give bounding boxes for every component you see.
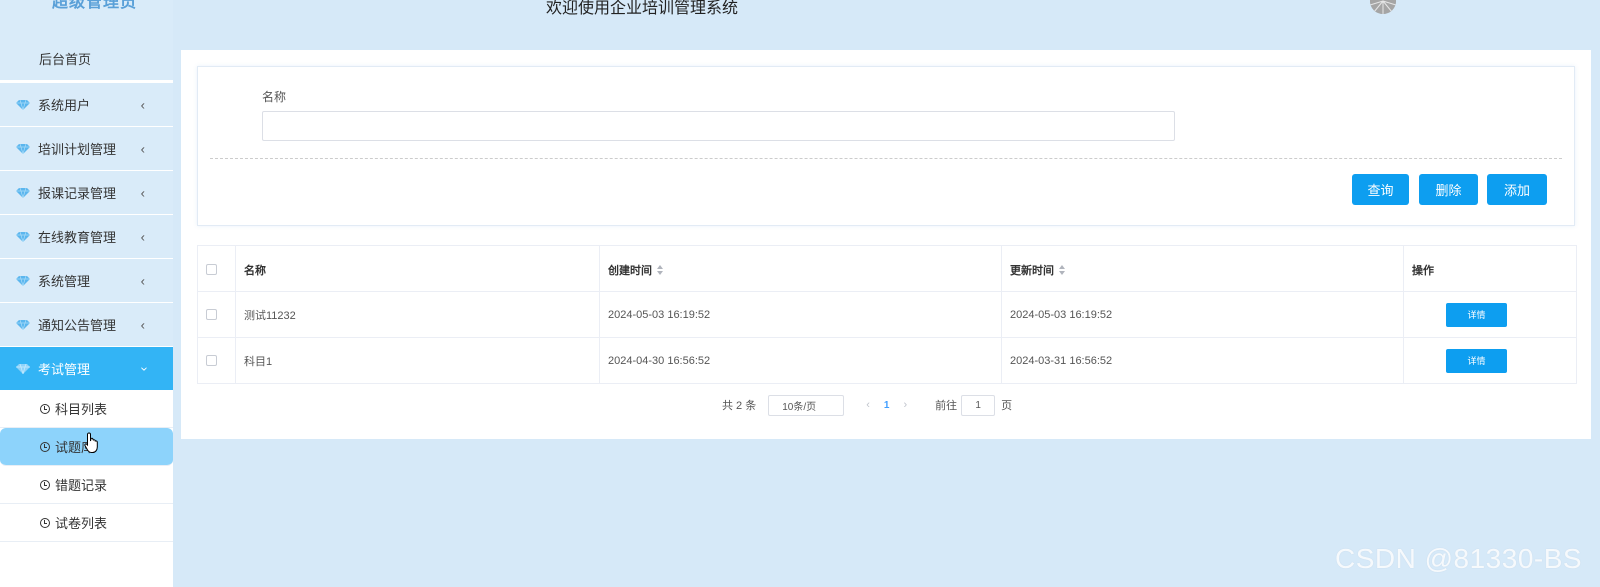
- watermark: CSDN @81330-BS: [1335, 543, 1583, 574]
- sidebar-subitem-wrong-questions[interactable]: 错题记录: [0, 466, 173, 504]
- sidebar-item-system-management[interactable]: 系统管理 ‹: [0, 258, 173, 302]
- sidebar-item-training-plan[interactable]: 培训计划管理 ‹: [0, 126, 173, 170]
- sort-icon[interactable]: [1059, 264, 1065, 275]
- divider: [210, 158, 1562, 159]
- goto-page-input[interactable]: 1: [961, 394, 996, 416]
- logo-text: 超级管理员: [52, 0, 138, 11]
- pagination: 共 2 条 10条/页 ‹ 1 › 前往 1 页: [722, 394, 1012, 416]
- clock-icon: [40, 479, 50, 490]
- data-table: 名称 创建时间 更新时间 操作 测试11232 2024-05-03 16:19…: [197, 245, 1577, 384]
- sidebar-item-label: 系统用户: [38, 98, 91, 113]
- clock-icon: [40, 441, 50, 452]
- cell-updated: 2024-05-03 16:19:52: [1010, 308, 1113, 321]
- cell-name: 测试11232: [244, 309, 296, 322]
- column-header-name: 名称: [244, 264, 266, 277]
- page-suffix: 页: [1001, 400, 1013, 412]
- next-page-icon[interactable]: ›: [903, 399, 907, 411]
- sidebar-item-label: 在线教育管理: [38, 230, 117, 245]
- total-count: 共 2 条: [722, 400, 757, 412]
- name-input[interactable]: [262, 111, 1175, 141]
- sidebar-item-home[interactable]: 后台首页: [0, 36, 173, 82]
- name-label: 名称: [262, 90, 287, 104]
- gem-icon: [16, 187, 30, 198]
- page-size-select[interactable]: 10条/页: [768, 394, 845, 416]
- sidebar-item-label: 系统管理: [38, 274, 91, 289]
- column-header-actions: 操作: [1412, 264, 1434, 277]
- cell-created: 2024-04-30 16:56:52: [608, 354, 711, 367]
- sidebar-item-label: 报课记录管理: [38, 186, 117, 201]
- gem-icon: [16, 319, 30, 330]
- sidebar-subitem-subject-list[interactable]: 科目列表: [0, 390, 173, 428]
- sidebar-item-notices[interactable]: 通知公告管理 ‹: [0, 302, 173, 346]
- table-row: 测试11232 2024-05-03 16:19:52 2024-05-03 1…: [198, 291, 1576, 337]
- row-checkbox[interactable]: [206, 355, 217, 366]
- page-title: 欢迎使用企业培训管理系统: [546, 0, 739, 17]
- cell-created: 2024-05-03 16:19:52: [608, 308, 711, 321]
- sidebar-logo: 超级管理员: [0, 0, 173, 36]
- table-row: 科目1 2024-04-30 16:56:52 2024-03-31 16:56…: [198, 337, 1576, 383]
- sidebar: 超级管理员 后台首页 系统用户 ‹ 培训计划管理 ‹ 报课记录管理 ‹ 在线教育…: [0, 0, 173, 587]
- sidebar-item-online-education[interactable]: 在线教育管理 ‹: [0, 214, 173, 258]
- gem-icon: [16, 143, 30, 154]
- chevron-left-icon: ‹: [140, 317, 145, 332]
- column-header-created[interactable]: 创建时间: [599, 246, 1001, 293]
- clock-icon: [40, 517, 50, 528]
- sidebar-item-label: 后台首页: [39, 51, 92, 67]
- cell-name: 科目1: [244, 355, 273, 368]
- chevron-down-icon: ‹: [135, 366, 151, 371]
- sidebar-subitem-paper-list[interactable]: 试卷列表: [0, 504, 173, 542]
- column-header-updated[interactable]: 更新时间: [1001, 246, 1403, 293]
- chevron-left-icon: ‹: [140, 273, 145, 288]
- hand-cursor-icon: [84, 432, 98, 453]
- sort-icon[interactable]: [657, 264, 663, 275]
- avatar-icon: [1370, 0, 1396, 14]
- gem-icon: [16, 99, 30, 110]
- main-panel: 名称 查询 删除 添加 名称 创建时间 更新时间 操作 测试11232 2024…: [181, 50, 1591, 439]
- sidebar-subitem-label: 错题记录: [55, 478, 108, 493]
- sidebar-subitem-label: 试卷列表: [55, 516, 108, 531]
- delete-button[interactable]: 删除: [1419, 174, 1478, 205]
- sidebar-item-system-users[interactable]: 系统用户 ‹: [0, 82, 173, 126]
- sidebar-item-label: 培训计划管理: [38, 142, 117, 157]
- detail-button[interactable]: 详情: [1446, 348, 1507, 373]
- add-button[interactable]: 添加: [1487, 174, 1547, 205]
- gem-icon: [16, 231, 30, 242]
- select-all-cell: [198, 246, 235, 293]
- gem-icon: [16, 363, 30, 374]
- table-header: 名称 创建时间 更新时间 操作: [198, 246, 1576, 293]
- gem-icon: [16, 275, 30, 286]
- chevron-left-icon: ‹: [140, 185, 145, 200]
- query-button[interactable]: 查询: [1352, 174, 1409, 205]
- page-number-current[interactable]: 1: [884, 400, 890, 411]
- chevron-left-icon: ‹: [140, 141, 145, 156]
- chevron-left-icon: ‹: [140, 97, 145, 112]
- sidebar-item-label: 考试管理: [38, 362, 91, 377]
- detail-button[interactable]: 详情: [1446, 302, 1507, 327]
- goto-label: 前往: [935, 400, 958, 412]
- sidebar-item-enrollment[interactable]: 报课记录管理 ‹: [0, 170, 173, 214]
- cell-updated: 2024-03-31 16:56:52: [1010, 354, 1113, 367]
- sidebar-item-exam-management[interactable]: 考试管理 ‹: [0, 346, 173, 390]
- prev-page-icon[interactable]: ‹: [866, 399, 870, 411]
- sidebar-subitem-label: 科目列表: [55, 402, 108, 417]
- sidebar-item-label: 通知公告管理: [38, 318, 117, 333]
- avatar[interactable]: [1370, 0, 1396, 14]
- row-checkbox[interactable]: [206, 309, 217, 320]
- clock-icon: [40, 403, 50, 414]
- chevron-left-icon: ‹: [140, 229, 145, 244]
- search-form: 名称 查询 删除 添加: [197, 66, 1575, 226]
- select-all-checkbox[interactable]: [206, 264, 217, 275]
